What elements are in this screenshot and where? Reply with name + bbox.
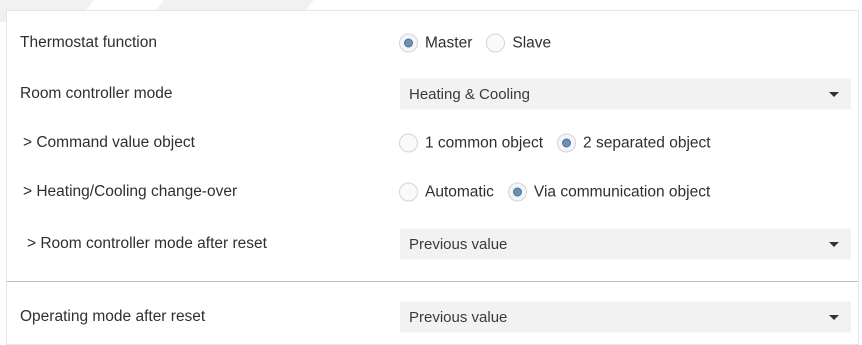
room-controller-mode-select[interactable]: Heating & Cooling (400, 78, 851, 110)
common-object-radio[interactable] (399, 133, 418, 153)
thermostat-function-label: Thermostat function (20, 34, 157, 51)
row-heating-cooling-changeover: > Heating/Cooling change-over Automatic … (7, 172, 858, 212)
heating-cooling-changeover-label: > Heating/Cooling change-over (23, 183, 238, 200)
common-object-radio-label: 1 common object (425, 134, 544, 151)
chevron-down-icon (829, 91, 839, 97)
automatic-radio-option[interactable]: Automatic (399, 182, 494, 202)
room-controller-mode-after-reset-select[interactable]: Previous value (400, 228, 851, 260)
row-operating-mode-after-reset: Operating mode after reset Previous valu… (7, 297, 858, 337)
master-radio[interactable] (399, 33, 418, 53)
separated-object-radio-option[interactable]: 2 separated object (557, 133, 711, 153)
common-object-radio-option[interactable]: 1 common object (399, 133, 544, 153)
row-thermostat-function: Thermostat function Master Slave (7, 23, 858, 63)
chevron-down-icon (829, 241, 839, 247)
room-controller-mode-label: Room controller mode (20, 85, 173, 102)
via-communication-object-radio-option[interactable]: Via communication object (507, 182, 711, 202)
heating-cooling-changeover-radio-group: Automatic Via communication object (399, 182, 724, 202)
master-radio-label: Master (425, 34, 473, 51)
section-divider (7, 281, 858, 282)
separated-object-radio-label: 2 separated object (583, 134, 711, 151)
row-room-controller-mode: Room controller mode Heating & Cooling (7, 74, 858, 114)
thermostat-function-radio-group: Master Slave (399, 33, 565, 53)
row-room-controller-mode-after-reset: > Room controller mode after reset Previ… (7, 224, 858, 264)
chevron-down-icon (829, 314, 839, 320)
row-command-value-object: > Command value object 1 common object 2… (7, 123, 858, 163)
room-controller-mode-value: Heating & Cooling (409, 85, 530, 103)
parameter-panel: Thermostat function Master Slave Room co… (6, 10, 859, 345)
command-value-object-label: > Command value object (23, 134, 195, 151)
room-controller-mode-after-reset-value: Previous value (409, 235, 508, 253)
master-radio-option[interactable]: Master (399, 33, 473, 53)
operating-mode-after-reset-select[interactable]: Previous value (400, 301, 851, 333)
room-controller-mode-after-reset-label: > Room controller mode after reset (27, 235, 267, 252)
operating-mode-after-reset-label: Operating mode after reset (20, 308, 206, 325)
via-communication-object-radio-label: Via communication object (533, 183, 711, 200)
operating-mode-after-reset-value: Previous value (409, 308, 508, 326)
command-value-object-radio-group: 1 common object 2 separated object (399, 133, 725, 153)
slave-radio[interactable] (486, 33, 506, 53)
via-communication-object-radio[interactable] (507, 182, 527, 202)
slave-radio-label: Slave (512, 34, 552, 51)
automatic-radio[interactable] (399, 182, 418, 202)
automatic-radio-label: Automatic (425, 183, 494, 200)
slave-radio-option[interactable]: Slave (486, 33, 552, 53)
separated-object-radio[interactable] (557, 133, 577, 153)
